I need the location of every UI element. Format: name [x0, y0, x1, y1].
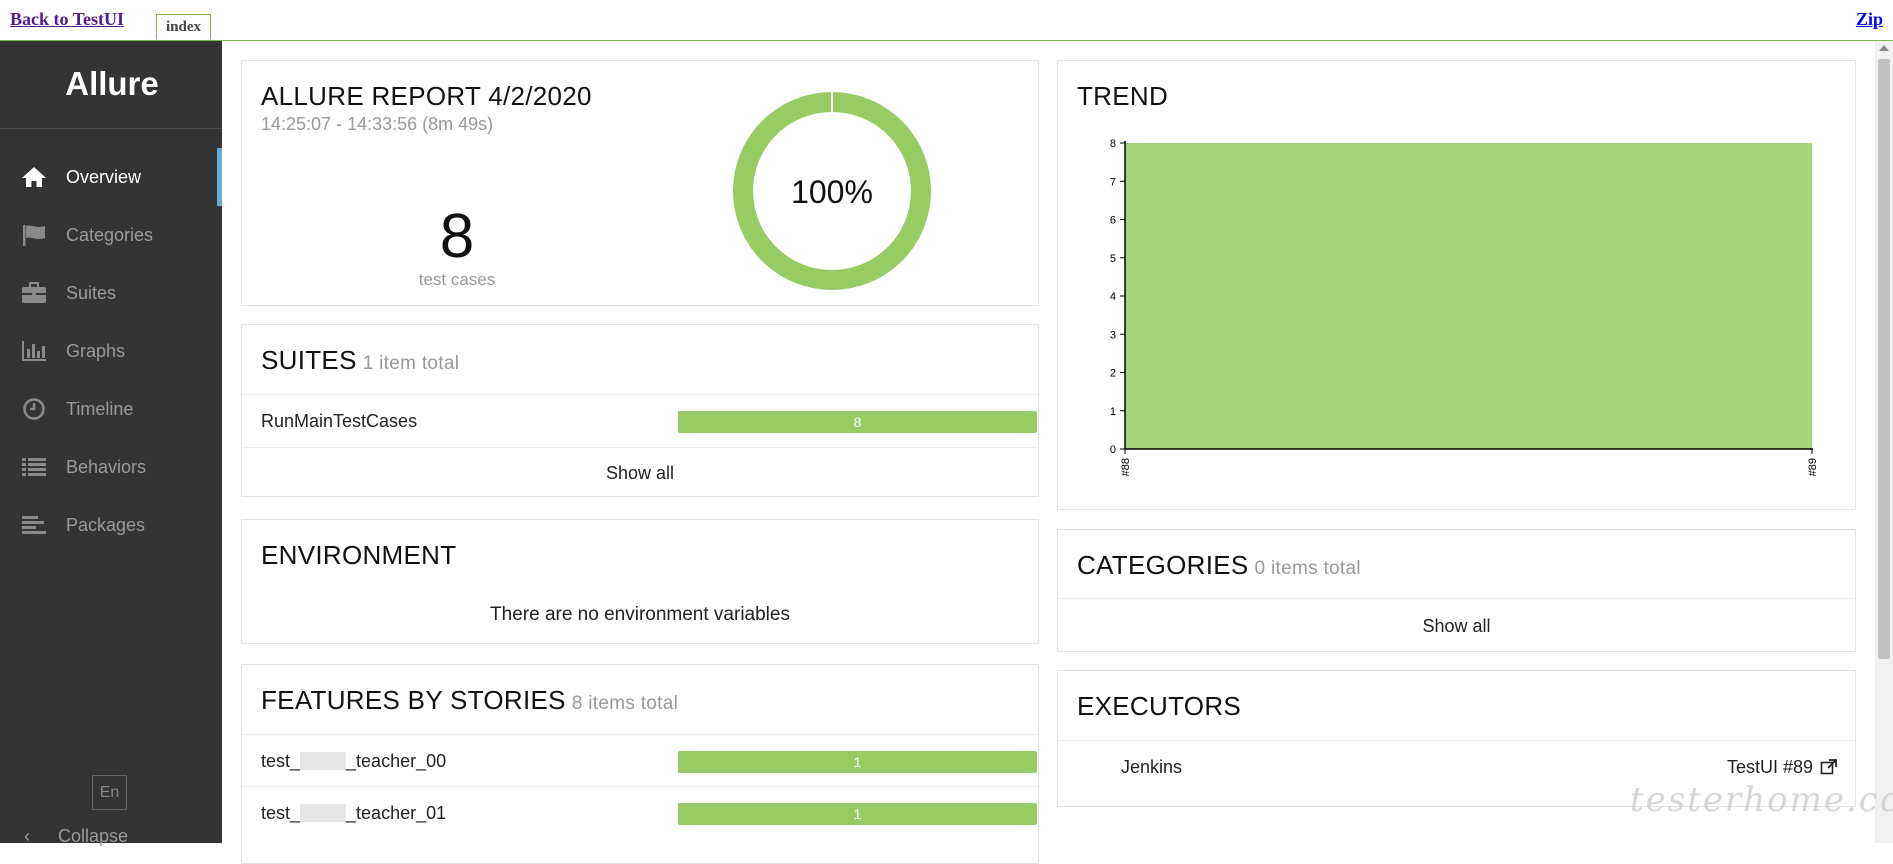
feature-status-bar: 1 [678, 751, 1037, 773]
sidebar-item-behaviors[interactable]: Behaviors [0, 438, 222, 496]
feature-status-bar: 1 [678, 803, 1037, 825]
sidebar-nav: Overview Categories Suites Graphs Timeli… [0, 148, 222, 554]
suites-title: SUITES 1 item total [261, 345, 459, 376]
sidebar-item-label: Graphs [66, 340, 126, 361]
collapse-button[interactable]: ‹ Collapse [24, 826, 128, 847]
divider [242, 447, 1038, 448]
categories-count: 0 items total [1254, 558, 1361, 579]
suite-name: RunMainTestCases [261, 411, 418, 431]
sidebar-item-label: Timeline [66, 398, 134, 419]
y-tick-label: 1 [1110, 406, 1116, 418]
vertical-scrollbar[interactable] [1875, 41, 1893, 843]
executor-build-link[interactable]: TestUI #89 [1727, 757, 1837, 778]
list-icon [19, 454, 49, 480]
summary-widget: ALLURE REPORT 4/2/2020 14:25:07 - 14:33:… [241, 60, 1039, 306]
features-count: 8 items total [571, 693, 679, 714]
suite-status-bar: 8 [678, 411, 1037, 433]
test-case-label: test cases [418, 270, 496, 289]
categories-title: CATEGORIES 0 items total [1077, 550, 1361, 581]
sidebar-item-label: Packages [66, 514, 146, 535]
y-tick-label: 8 [1110, 138, 1116, 150]
test-case-number: 8 [439, 202, 475, 271]
feature-name: test_ _teacher_00 [261, 751, 446, 772]
sidebar-item-timeline[interactable]: Timeline [0, 380, 222, 438]
sidebar-item-label: Behaviors [66, 456, 147, 477]
trend-chart[interactable]: 0 1 2 3 4 5 6 7 8 #88 #89 [1058, 61, 1855, 509]
home-icon [19, 164, 49, 190]
chevron-left-icon: ‹ [24, 826, 30, 846]
report-time: 14:25:07 - 14:33:56 (8m 49s) [261, 114, 494, 134]
align-left-icon [19, 512, 49, 538]
redacted-text [300, 752, 347, 770]
y-tick-label: 7 [1110, 176, 1116, 188]
categories-widget: CATEGORIES 0 items total Show all [1057, 529, 1856, 652]
x-tick-label: #89 [1807, 458, 1819, 476]
test-case-count: 8 test cases [392, 206, 522, 290]
suites-count: 1 item total [362, 353, 460, 374]
features-widget: FEATURES BY STORIES 8 items total test_ _t… [241, 664, 1039, 864]
sidebar-item-label: Suites [66, 282, 117, 303]
main-content: ALLURE REPORT 4/2/2020 14:25:07 - 14:33:… [222, 41, 1875, 864]
feature-row[interactable]: test_ _teacher_01 1 [242, 786, 1038, 839]
success-rate-percent: 100% [791, 174, 873, 210]
features-title: FEATURES BY STORIES 8 items total [261, 685, 678, 716]
categories-show-all-link[interactable]: Show all [1058, 616, 1855, 637]
sidebar-item-categories[interactable]: Categories [0, 206, 222, 264]
feature-name: test_ _teacher_01 [261, 803, 446, 824]
y-tick-label: 0 [1110, 444, 1116, 456]
back-to-testui-link[interactable]: Back to TestUI [10, 9, 124, 30]
external-link-icon [1820, 759, 1837, 775]
feature-name-suffix: _teacher_01 [346, 803, 447, 823]
scroll-up-arrow-icon[interactable] [1879, 45, 1889, 51]
scroll-thumb[interactable] [1878, 59, 1890, 659]
sidebar-item-graphs[interactable]: Graphs [0, 322, 222, 380]
collapse-label: Collapse [58, 826, 129, 846]
sidebar-item-label: Categories [66, 224, 154, 245]
bar-chart-icon [19, 338, 49, 364]
divider [1058, 598, 1855, 599]
brand-logo[interactable]: Allure [0, 41, 222, 129]
index-tab[interactable]: index [156, 14, 211, 40]
sidebar-item-suites[interactable]: Suites [0, 264, 222, 322]
language-button[interactable]: En [92, 775, 127, 810]
sidebar: Allure Overview Categories Suites Graphs [0, 41, 222, 846]
suites-show-all-link[interactable]: Show all [242, 463, 1038, 484]
x-tick-label: #88 [1120, 458, 1132, 476]
flag-icon [19, 222, 49, 248]
feature-name-suffix: _teacher_00 [346, 751, 447, 771]
sidebar-item-packages[interactable]: Packages [0, 496, 222, 554]
executor-name: Jenkins [1121, 757, 1183, 777]
features-title-text: FEATURES BY STORIES [261, 685, 566, 715]
suites-title-text: SUITES [261, 345, 357, 375]
jenkins-topbar: Back to TestUI index Zip [0, 0, 1893, 41]
sidebar-item-overview[interactable]: Overview [0, 148, 222, 206]
y-tick-label: 5 [1110, 253, 1116, 265]
executor-build-label: TestUI #89 [1726, 757, 1813, 777]
trend-area [1125, 143, 1812, 449]
environment-widget: ENVIRONMENT There are no environment var… [241, 519, 1039, 644]
feature-row[interactable]: test_ _teacher_00 1 [242, 734, 1038, 787]
report-title: ALLURE REPORT 4/2/2020 [261, 81, 592, 111]
feature-name-prefix: test_ [261, 751, 301, 771]
briefcase-icon [19, 280, 49, 306]
watermark: testerhome.com [1630, 780, 1893, 820]
redacted-text [300, 804, 347, 822]
clock-icon [19, 396, 49, 422]
environment-empty-message: There are no environment variables [490, 604, 790, 625]
environment-title: ENVIRONMENT [261, 540, 457, 570]
categories-title-text: CATEGORIES [1077, 550, 1249, 580]
zip-link[interactable]: Zip [1856, 9, 1883, 30]
y-tick-label: 6 [1110, 215, 1116, 227]
y-tick-label: 3 [1110, 329, 1116, 341]
feature-name-prefix: test_ [261, 803, 301, 823]
y-tick-label: 4 [1110, 291, 1116, 303]
trend-widget: TREND 0 1 2 3 4 5 6 7 8 #88 #89 [1057, 60, 1856, 510]
suites-widget: SUITES 1 item total RunMainTestCases 8 Sh… [241, 324, 1039, 497]
sidebar-item-label: Overview [66, 166, 142, 187]
executors-title: EXECUTORS [1077, 691, 1242, 721]
suite-row[interactable]: RunMainTestCases 8 [242, 394, 1038, 447]
y-tick-label: 2 [1110, 368, 1116, 380]
